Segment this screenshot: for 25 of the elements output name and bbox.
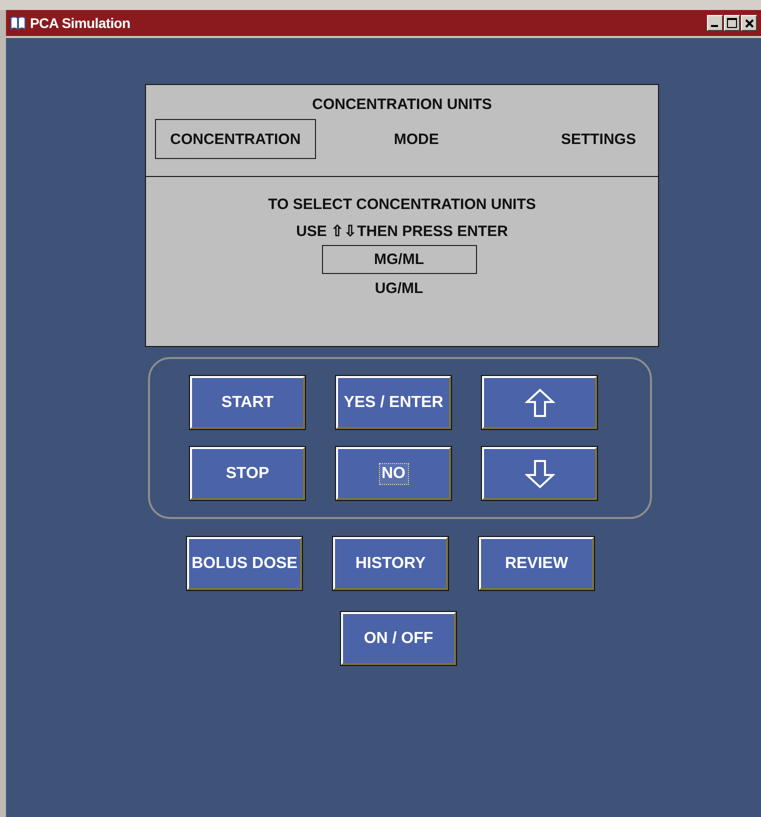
keypad-button[interactable]: YES / ENTER: [336, 376, 451, 429]
window-title: PCA Simulation: [30, 15, 132, 31]
menu-tab[interactable]: CONCENTRATION: [155, 119, 316, 159]
minimize-button[interactable]: [707, 15, 723, 31]
book-icon: [10, 16, 26, 30]
close-icon: [744, 18, 754, 28]
unit-option[interactable]: MG/ML: [322, 245, 476, 274]
keypad-button[interactable]: START: [190, 376, 305, 429]
function-button[interactable]: HISTORY: [333, 537, 448, 590]
down-button[interactable]: [482, 447, 597, 500]
unit-option[interactable]: UG/ML: [322, 274, 476, 303]
close-button[interactable]: [741, 15, 757, 31]
instruction-text: TO SELECT CONCENTRATION UNITS: [268, 195, 536, 215]
menu-tab[interactable]: MODE: [356, 119, 476, 159]
up-button[interactable]: [482, 376, 597, 429]
menu-tab[interactable]: SETTINGS: [538, 119, 658, 159]
maximize-button[interactable]: [724, 15, 740, 31]
keypad-button[interactable]: NO: [336, 447, 451, 500]
maximize-icon: [727, 18, 737, 28]
keypad-button[interactable]: STOP: [190, 447, 305, 500]
power-button[interactable]: ON / OFF: [341, 612, 456, 665]
instruction-text: USE ⇧⇩THEN PRESS ENTER: [296, 222, 508, 242]
function-button[interactable]: REVIEW: [479, 537, 594, 590]
function-button[interactable]: BOLUS DOSE: [187, 537, 302, 590]
screen-heading: CONCENTRATION UNITS: [312, 96, 492, 113]
